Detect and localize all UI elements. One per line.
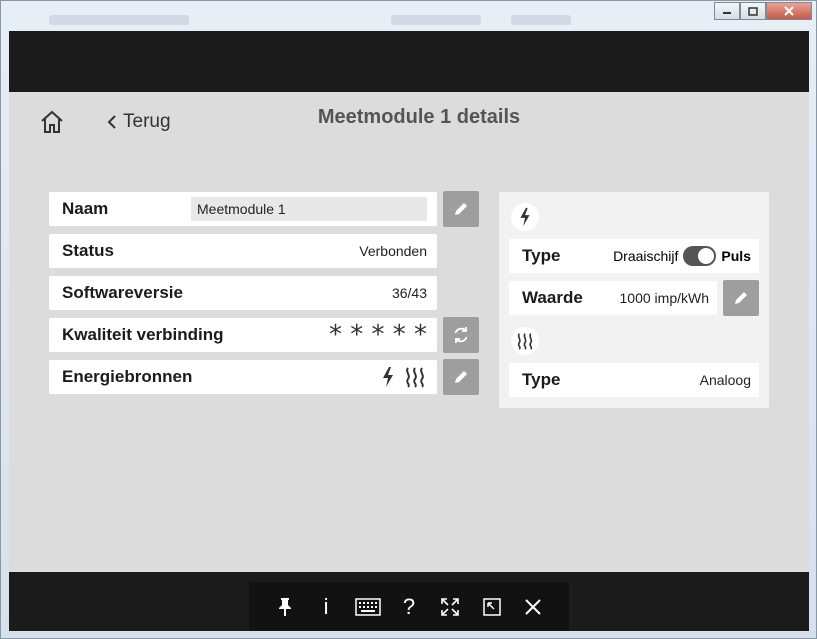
keyboard-icon — [354, 597, 381, 616]
info-icon: i — [323, 593, 329, 619]
software-row: Softwareversie 36/43 — [49, 276, 437, 310]
help-icon: ? — [402, 593, 416, 619]
software-label: Softwareversie — [62, 283, 183, 302]
close-icon — [784, 6, 794, 16]
toggle-knob — [698, 248, 715, 264]
type-toggle[interactable] — [683, 246, 717, 266]
edit-name-button[interactable] — [443, 191, 479, 227]
heat-waves-icon — [406, 367, 424, 388]
help-button[interactable]: ? — [394, 592, 424, 622]
close-app-button[interactable] — [518, 592, 548, 622]
keyboard-button[interactable] — [353, 592, 383, 622]
toggle-option-left: Draaischijf — [613, 248, 679, 264]
edit-sources-button[interactable] — [443, 359, 479, 395]
quality-label: Kwaliteit verbinding — [62, 325, 224, 344]
heat-type-label: Type — [522, 370, 561, 389]
pin-button[interactable] — [270, 592, 300, 622]
name-row: Naam — [49, 192, 437, 226]
chevron-left-icon — [107, 115, 116, 129]
electricity-value: 1000 imp/kWh — [619, 290, 709, 306]
type-toggle-group: Draaischijf Puls — [613, 246, 751, 266]
maximize-icon — [748, 6, 758, 16]
heat-badge — [511, 327, 539, 355]
pencil-icon — [735, 292, 747, 304]
sources-icons — [381, 366, 427, 388]
back-button[interactable]: Terug — [107, 108, 171, 136]
app-area: Terug Meetmodule 1 details Naam Status V… — [9, 31, 809, 631]
status-value: Verbonden — [359, 243, 427, 259]
page-title: Meetmodule 1 details — [317, 106, 521, 128]
info-button[interactable]: i — [311, 592, 341, 622]
refresh-icon — [454, 327, 468, 343]
status-label: Status — [62, 241, 114, 260]
electricity-value-label: Waarde — [522, 288, 583, 307]
lightning-icon — [520, 207, 530, 227]
minimize-icon — [723, 12, 731, 14]
sources-label: Energiebronnen — [62, 367, 193, 386]
home-icon — [41, 110, 63, 133]
quality-stars: * * * * * — [328, 320, 427, 350]
minimize-button[interactable] — [714, 2, 740, 20]
back-label: Terug — [123, 111, 171, 132]
electricity-type-label: Type — [522, 246, 561, 265]
top-bar — [9, 31, 809, 92]
maximize-button[interactable] — [740, 2, 766, 20]
toggle-option-right: Puls — [721, 248, 751, 264]
status-row: Status Verbonden — [49, 234, 437, 268]
pencil-icon — [455, 371, 467, 383]
electricity-value-row: Waarde 1000 imp/kWh — [509, 281, 717, 315]
close-icon — [525, 598, 541, 615]
titlebar-blurred-text — [49, 15, 189, 25]
quality-row: Kwaliteit verbinding * * * * * — [49, 318, 437, 352]
titlebar-blurred-text — [391, 15, 481, 25]
electricity-badge — [511, 203, 539, 231]
window-titlebar — [1, 1, 817, 31]
window-controls — [714, 2, 812, 20]
sources-row: Energiebronnen — [49, 360, 437, 394]
fullscreen-icon — [441, 597, 460, 616]
energy-details-panel: Type Draaischijf Puls Waarde 1000 imp/kW… — [499, 192, 769, 408]
window-icon — [483, 597, 501, 616]
titlebar-blurred-text — [511, 15, 571, 25]
fullscreen-button[interactable] — [435, 592, 465, 622]
electricity-type-row: Type Draaischijf Puls — [509, 239, 759, 273]
bottom-toolbar: i ? — [249, 582, 569, 631]
name-field[interactable] — [191, 197, 427, 221]
name-label: Naam — [62, 199, 109, 218]
software-value: 36/43 — [391, 285, 427, 301]
refresh-quality-button[interactable] — [443, 317, 479, 353]
lightning-icon — [383, 367, 393, 387]
home-button[interactable] — [39, 109, 65, 135]
heat-type-value: Analoog — [699, 372, 751, 388]
heat-type-row: Type Analoog — [509, 363, 759, 397]
heat-waves-icon — [517, 333, 533, 350]
pencil-icon — [455, 203, 467, 215]
pin-icon — [278, 597, 291, 616]
bottom-bar: i ? — [9, 572, 809, 631]
window-close-button[interactable] — [766, 2, 812, 20]
window-mode-button[interactable] — [477, 592, 507, 622]
window-frame: Terug Meetmodule 1 details Naam Status V… — [0, 0, 817, 639]
nav-bar: Terug Meetmodule 1 details — [9, 92, 809, 152]
edit-value-button[interactable] — [723, 280, 759, 316]
